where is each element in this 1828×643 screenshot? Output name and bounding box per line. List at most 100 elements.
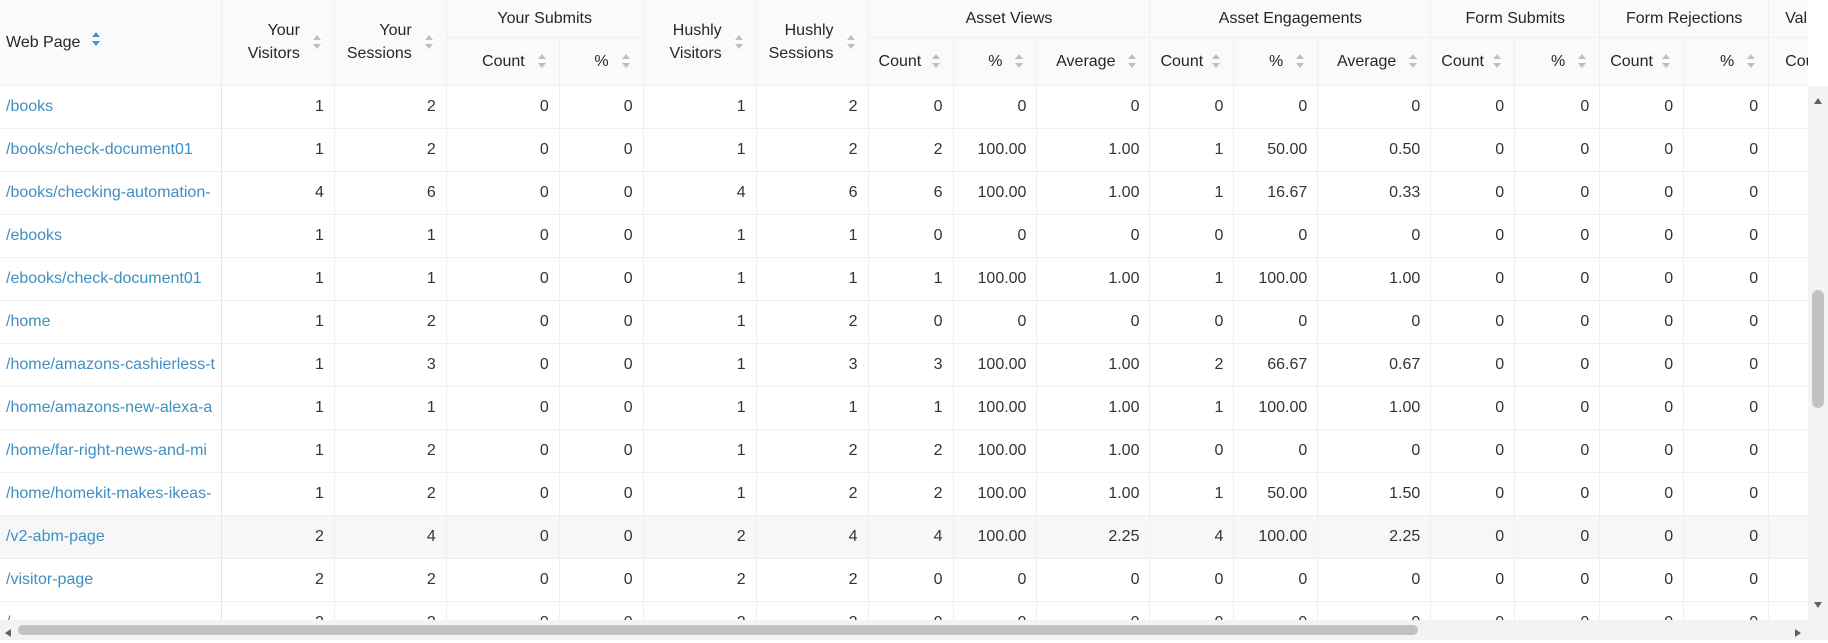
sort-icon[interactable] bbox=[1661, 52, 1671, 70]
table-cell: 0 bbox=[1514, 472, 1601, 516]
horizontal-scroll-thumb[interactable] bbox=[18, 625, 1418, 635]
sort-icon[interactable] bbox=[1408, 52, 1418, 70]
table-cell: 0 bbox=[953, 85, 1038, 129]
table-cell: 0 bbox=[1514, 429, 1601, 473]
table-cell: 0 bbox=[1683, 386, 1770, 430]
vertical-scroll-thumb[interactable] bbox=[1812, 290, 1824, 408]
subheader-count[interactable]: Count bbox=[446, 37, 560, 86]
web-page-link[interactable]: /books/checking-automation- bbox=[0, 171, 222, 215]
sort-icon[interactable] bbox=[621, 52, 631, 70]
web-page-link[interactable]: /ebooks/check-document01 bbox=[0, 257, 222, 301]
table-cell: 2 bbox=[756, 601, 869, 620]
web-page-link[interactable]: /v2-abm-page bbox=[0, 515, 222, 559]
table-cell: 0 bbox=[1036, 558, 1151, 602]
subheader-average[interactable]: Average bbox=[1036, 37, 1151, 86]
subheader-percent[interactable]: % bbox=[953, 37, 1038, 86]
sort-icon[interactable] bbox=[1211, 52, 1221, 70]
col-header-your-sessions[interactable]: Your Sessions bbox=[334, 0, 447, 86]
table-cell: 0 bbox=[446, 257, 560, 301]
table-cell: 1 bbox=[868, 257, 954, 301]
table-cell: 1 bbox=[756, 214, 869, 258]
col-group-form-rejections: Form Rejections bbox=[1599, 0, 1770, 38]
sort-icon[interactable] bbox=[537, 52, 547, 70]
sort-icon-active[interactable] bbox=[91, 30, 101, 55]
subheader-percent[interactable]: % bbox=[559, 37, 644, 86]
vertical-scrollbar[interactable] bbox=[1808, 86, 1828, 620]
table-cell: 0 bbox=[559, 257, 644, 301]
table-cell: 100.00 bbox=[953, 429, 1038, 473]
table-cell: 0 bbox=[559, 429, 644, 473]
sort-icon[interactable] bbox=[1492, 52, 1502, 70]
sort-icon[interactable] bbox=[1295, 52, 1305, 70]
sort-icon[interactable] bbox=[931, 52, 941, 70]
sort-icon[interactable] bbox=[734, 33, 744, 51]
sort-icon[interactable] bbox=[1127, 52, 1137, 70]
web-page-link[interactable]: /home/far-right-news-and-mi bbox=[0, 429, 222, 473]
scroll-down-arrow-icon[interactable] bbox=[1813, 596, 1823, 614]
table-cell: 100.00 bbox=[953, 515, 1038, 559]
table-cell: 100.00 bbox=[953, 386, 1038, 430]
scroll-left-arrow-icon[interactable] bbox=[4, 625, 12, 643]
table-cell: 0 bbox=[559, 558, 644, 602]
sort-icon[interactable] bbox=[1014, 52, 1024, 70]
count-label: Count bbox=[1160, 52, 1204, 70]
subheader-percent[interactable]: % bbox=[1683, 37, 1770, 86]
col-header-web-page[interactable]: Web Page bbox=[0, 0, 222, 86]
table-cell: 0 bbox=[559, 386, 644, 430]
sort-icon[interactable] bbox=[424, 33, 434, 51]
subheader-count[interactable]: Count bbox=[1768, 37, 1808, 86]
web-page-link[interactable]: /visitor-page bbox=[0, 558, 222, 602]
table-cell: 0 bbox=[446, 300, 560, 344]
web-page-link[interactable]: /books bbox=[0, 85, 222, 129]
scroll-up-arrow-icon[interactable] bbox=[1813, 92, 1823, 110]
sort-icon[interactable] bbox=[1577, 52, 1587, 70]
table-cell: 0 bbox=[1683, 429, 1770, 473]
web-page-link[interactable]: /home/amazons-cashierless-t bbox=[0, 343, 222, 387]
web-page-link[interactable]: /ebooks bbox=[0, 214, 222, 258]
web-page-header-label: Web Page bbox=[6, 33, 81, 51]
col-group-valid: Valid bbox=[1768, 0, 1808, 38]
table-cell: 2 bbox=[756, 429, 869, 473]
percent-label: % bbox=[988, 52, 1003, 70]
web-page-link[interactable]: / bbox=[0, 601, 222, 620]
table-cell: 0 bbox=[1430, 257, 1516, 301]
horizontal-scrollbar[interactable] bbox=[0, 620, 1808, 640]
table-cell: 2 bbox=[868, 128, 954, 172]
report-table-viewport: Web Page Your Visitors Your Sessions You… bbox=[0, 0, 1808, 620]
subheader-count[interactable]: Count bbox=[1430, 37, 1516, 86]
sort-icon[interactable] bbox=[312, 33, 322, 51]
sort-icon[interactable] bbox=[846, 33, 856, 51]
your-sessions-label: Your Sessions bbox=[346, 22, 412, 63]
table-cell-clipped bbox=[1768, 85, 1808, 129]
subheader-count[interactable]: Count bbox=[1149, 37, 1235, 86]
table-cell-clipped bbox=[1768, 429, 1808, 473]
table-cell: 1.00 bbox=[1317, 386, 1432, 430]
table-cell: 0 bbox=[1430, 601, 1516, 620]
table-cell: 0 bbox=[868, 300, 954, 344]
subheader-count[interactable]: Count bbox=[868, 37, 954, 86]
col-group-your-submits: Your Submits bbox=[446, 0, 644, 38]
table-cell: 1 bbox=[334, 214, 447, 258]
col-header-your-visitors[interactable]: Your Visitors bbox=[221, 0, 335, 86]
table-cell: 2.25 bbox=[1317, 515, 1432, 559]
table-cell: 0 bbox=[1599, 515, 1685, 559]
web-page-link[interactable]: /home/amazons-new-alexa-a bbox=[0, 386, 222, 430]
subheader-count[interactable]: Count bbox=[1599, 37, 1685, 86]
table-cell: 1 bbox=[221, 214, 335, 258]
table-cell: 0 bbox=[1149, 429, 1235, 473]
scroll-right-arrow-icon[interactable] bbox=[1794, 625, 1802, 643]
col-header-hushly-visitors[interactable]: Hushly Visitors bbox=[643, 0, 757, 86]
subheader-average[interactable]: Average bbox=[1317, 37, 1432, 86]
table-cell: 0 bbox=[1514, 128, 1601, 172]
subheader-percent[interactable]: % bbox=[1233, 37, 1319, 86]
web-page-link[interactable]: /home bbox=[0, 300, 222, 344]
average-label: Average bbox=[1056, 52, 1116, 70]
sort-icon[interactable] bbox=[1746, 52, 1756, 70]
table-cell: 0 bbox=[1430, 128, 1516, 172]
table-row: /v2-abm-page 2 4 0 0 2 4 4 100.00 2.25 4 100.00 2.25… bbox=[0, 515, 1808, 559]
table-cell: 0 bbox=[1233, 300, 1319, 344]
subheader-percent[interactable]: % bbox=[1514, 37, 1601, 86]
web-page-link[interactable]: /home/homekit-makes-ikeas- bbox=[0, 472, 222, 516]
web-page-link[interactable]: /books/check-document01 bbox=[0, 128, 222, 172]
col-header-hushly-sessions[interactable]: Hushly Sessions bbox=[756, 0, 869, 86]
